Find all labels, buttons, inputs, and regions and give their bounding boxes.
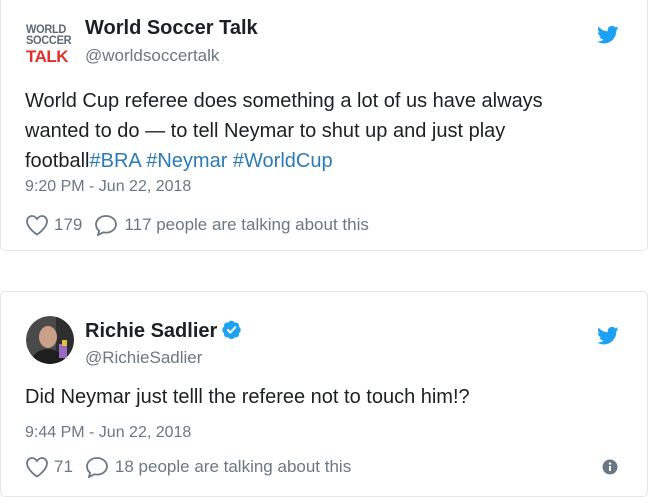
hashtag-link[interactable]: #WorldCup xyxy=(233,150,333,172)
tweet-actions: 179 117 people are talking about this xyxy=(25,214,369,236)
user-handle[interactable]: @RichieSadlier xyxy=(85,348,202,368)
tweet-timestamp[interactable]: 9:44 PM - Jun 22, 2018 xyxy=(25,424,191,442)
heart-icon[interactable] xyxy=(25,456,49,478)
embedded-tweet[interactable]: Richie Sadlier @RichieSadlier Did Neymar… xyxy=(0,291,648,497)
tweet-actions: 71 18 people are talking about this xyxy=(25,456,351,478)
reply-icon[interactable] xyxy=(85,456,109,478)
avatar-logo-text: TALK xyxy=(26,47,69,66)
avatar[interactable] xyxy=(26,316,74,364)
hashtag-link[interactable]: #BRA xyxy=(90,150,141,172)
tweet-text: Did Neymar just telll the referee not to… xyxy=(25,386,470,408)
avatar-logo-text: SOCCER xyxy=(26,34,72,48)
display-name[interactable]: World Soccer Talk xyxy=(85,17,258,40)
conversation-link[interactable]: 18 people are talking about this xyxy=(115,457,351,477)
avatar[interactable]: WORLD SOCCER TALK xyxy=(26,19,74,67)
like-count[interactable]: 71 xyxy=(54,457,73,477)
conversation-link[interactable]: 117 people are talking about this xyxy=(124,215,368,235)
display-name[interactable]: Richie Sadlier xyxy=(85,319,242,343)
twitter-bird-icon[interactable] xyxy=(597,326,619,346)
verified-badge-icon xyxy=(222,320,241,340)
tweet-timestamp[interactable]: 9:20 PM - Jun 22, 2018 xyxy=(25,178,191,196)
heart-icon[interactable] xyxy=(25,214,49,236)
like-count[interactable]: 179 xyxy=(54,215,82,235)
user-handle[interactable]: @worldsoccertalk xyxy=(85,46,219,66)
embedded-tweet[interactable]: WORLD SOCCER TALK World Soccer Talk @wor… xyxy=(0,0,648,251)
hashtag-link[interactable]: #Neymar xyxy=(146,150,227,172)
twitter-bird-icon[interactable] xyxy=(597,25,619,45)
reply-icon[interactable] xyxy=(94,214,118,236)
display-name-text: Richie Sadlier xyxy=(85,320,218,342)
info-icon[interactable] xyxy=(602,459,618,475)
tweet-text: World Cup referee does something a lot o… xyxy=(25,86,607,176)
